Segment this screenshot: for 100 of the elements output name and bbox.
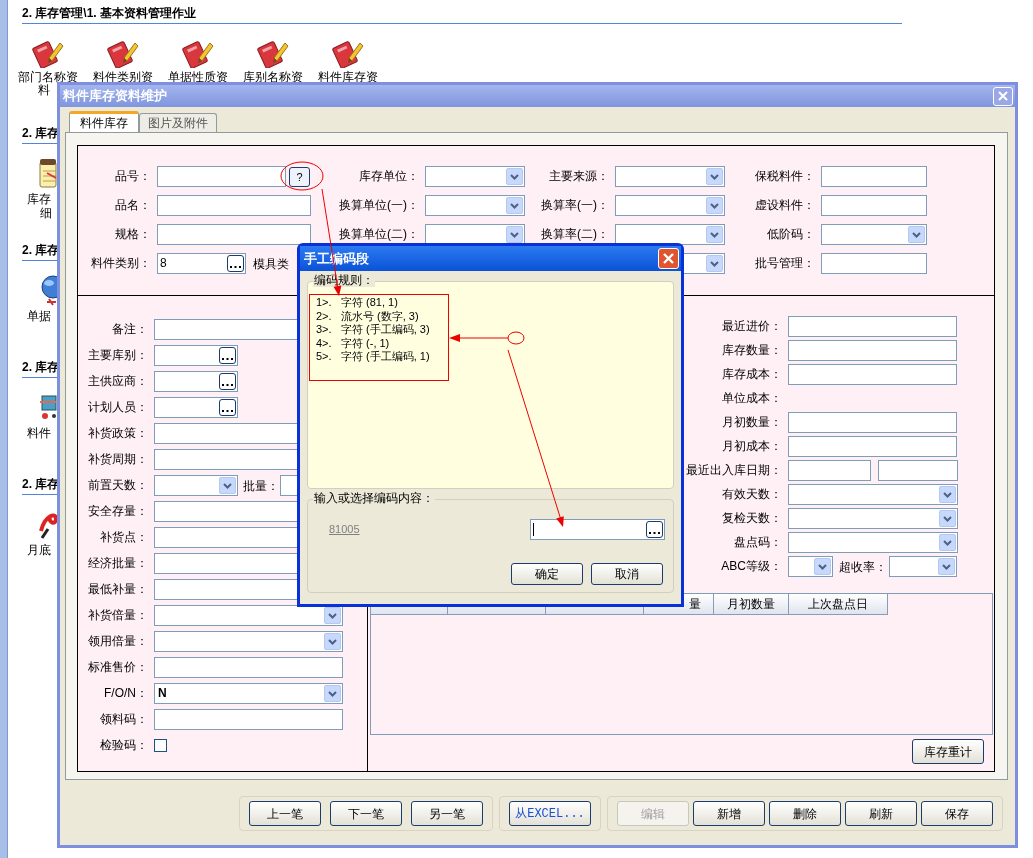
action-button[interactable]: 另一笔 — [411, 801, 483, 826]
help-button[interactable]: ? — [289, 166, 310, 187]
browse-button[interactable] — [227, 255, 244, 272]
launcher-label[interactable]: 细 — [40, 206, 52, 220]
dropdown-field[interactable] — [425, 166, 525, 187]
chevron-down-icon — [912, 231, 921, 238]
text-field[interactable] — [788, 460, 871, 481]
launcher-label[interactable]: 单据 — [27, 309, 51, 323]
launcher-label[interactable]: 料 — [38, 84, 50, 97]
action-button[interactable]: 上一笔 — [249, 801, 321, 826]
browse-button[interactable] — [646, 521, 663, 538]
browse-button[interactable] — [219, 347, 236, 364]
dropdown-field[interactable] — [615, 195, 725, 216]
text-field[interactable] — [154, 709, 343, 730]
section-heading: 2. 库存管理\1. 基本资料管理作业 — [22, 6, 197, 20]
dropdown-field[interactable] — [154, 631, 343, 652]
action-button[interactable]: 删除 — [769, 801, 841, 826]
lookup-field[interactable] — [154, 371, 238, 392]
code-input[interactable] — [530, 519, 665, 540]
field-label: 标准售价： — [88, 660, 148, 674]
field-label: 备注： — [112, 322, 148, 336]
field-label: 超收率： — [839, 558, 888, 576]
field-label: 虚设料件： — [755, 198, 815, 212]
field-label: 料件类别： — [91, 256, 151, 270]
action-button[interactable]: 保存 — [921, 801, 993, 826]
rule-text: 字符 (81, 1) — [341, 296, 398, 310]
field-label: 补货倍量： — [88, 608, 148, 622]
dropdown-field[interactable] — [425, 195, 525, 216]
browse-button[interactable] — [219, 373, 236, 390]
text-field[interactable] — [788, 316, 957, 337]
field-label: 补货周期： — [88, 452, 148, 466]
text-field[interactable] — [788, 364, 957, 385]
launcher-label[interactable]: 料件类别资 — [92, 71, 153, 84]
dropdown-field[interactable] — [154, 605, 343, 626]
launcher-label[interactable]: 月底 — [27, 543, 51, 557]
dialog-button[interactable]: 取消 — [591, 563, 663, 585]
text-field[interactable] — [821, 166, 927, 187]
text-field[interactable] — [821, 253, 927, 274]
lookup-field[interactable]: 8 — [157, 253, 246, 274]
launcher-label[interactable]: 部门名称资 — [17, 71, 78, 84]
field-label: 换算率(二)： — [541, 227, 609, 241]
launcher-label[interactable]: 库别名称资 — [242, 71, 303, 84]
recalculate-button[interactable]: 库存重计 — [912, 739, 984, 764]
group-label: 输入或选择编码内容： — [313, 491, 435, 505]
text-field[interactable] — [788, 436, 957, 457]
dropdown-field[interactable] — [154, 475, 238, 496]
lookup-field[interactable] — [154, 397, 238, 418]
action-button[interactable]: 从EXCEL... — [509, 801, 591, 826]
text-field[interactable] — [157, 224, 311, 245]
text-field[interactable] — [157, 166, 286, 187]
chevron-down-icon — [710, 202, 719, 209]
dropdown-field[interactable] — [615, 224, 725, 245]
book-pencil-icon — [181, 38, 214, 68]
dropdown-field[interactable] — [425, 224, 525, 245]
rule-index: 2>. — [316, 309, 333, 323]
action-button[interactable]: 新增 — [693, 801, 765, 826]
lookup-field[interactable] — [154, 345, 238, 366]
launcher-label[interactable]: 料件库存资 — [317, 71, 378, 84]
text-field[interactable] — [157, 195, 311, 216]
tab[interactable]: 图片及附件 — [139, 113, 217, 132]
text-field[interactable] — [154, 657, 343, 678]
chevron-down-icon — [818, 563, 827, 570]
field-label: 保税料件： — [755, 169, 815, 183]
dropdown-field[interactable] — [615, 166, 725, 187]
rule-index: 3>. — [316, 323, 333, 337]
dialog-button[interactable]: 确定 — [511, 563, 583, 585]
browse-button[interactable] — [219, 399, 236, 416]
text-field[interactable] — [878, 460, 958, 481]
dropdown-field[interactable] — [889, 556, 957, 577]
book-pencil-icon — [331, 38, 364, 68]
field-label: 领料码： — [100, 712, 148, 726]
tab[interactable]: 料件库存 — [69, 111, 139, 132]
field-label: 有效天数： — [722, 487, 782, 501]
chevron-down-icon — [328, 638, 337, 645]
dropdown-field[interactable] — [821, 224, 927, 245]
field-label: 补货政策： — [88, 426, 148, 440]
dropdown-field[interactable] — [788, 484, 958, 505]
chevron-down-icon — [943, 515, 952, 522]
rule-text: 字符 (手工编码, 3) — [341, 323, 430, 337]
action-button[interactable]: 下一笔 — [330, 801, 402, 826]
field-label: 批号管理： — [755, 256, 815, 270]
dropdown-field[interactable] — [788, 532, 958, 553]
launcher-label[interactable]: 料件 — [27, 426, 51, 440]
field-label: F/O/N： — [104, 686, 148, 700]
text-field[interactable] — [821, 195, 927, 216]
column-header[interactable]: 月初数量 — [714, 594, 789, 615]
launcher-label[interactable]: 库存 — [27, 192, 51, 206]
close-button[interactable] — [658, 248, 679, 269]
dropdown-field[interactable] — [788, 556, 833, 577]
chevron-down-icon — [510, 231, 519, 238]
action-button[interactable]: 刷新 — [845, 801, 917, 826]
text-field[interactable] — [788, 412, 957, 433]
text-field[interactable] — [788, 340, 957, 361]
launcher-label[interactable]: 单据性质资 — [167, 71, 228, 84]
close-button[interactable] — [993, 86, 1013, 106]
dropdown-field[interactable]: N — [154, 683, 343, 704]
checkbox[interactable] — [154, 739, 167, 752]
column-header[interactable]: 上次盘点日 — [789, 594, 888, 615]
ellipsis-icon — [230, 266, 241, 269]
dropdown-field[interactable] — [788, 508, 958, 529]
